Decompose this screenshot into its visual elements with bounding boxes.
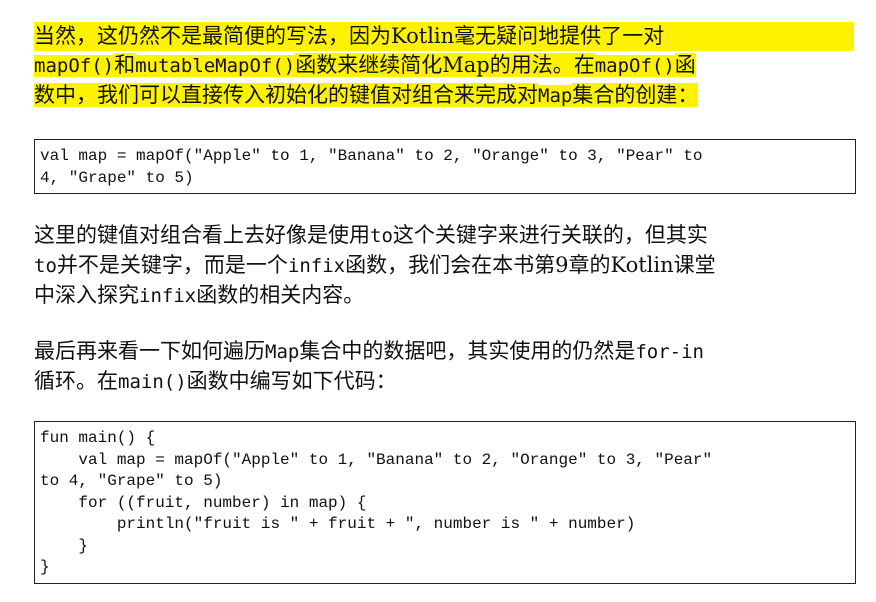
inline-code: to: [370, 225, 393, 247]
text-line: 最后再来看一下如何遍历Map集合中的数据吧，其实使用的仍然是for-in: [34, 337, 854, 367]
text-run: 当然，这仍然不是最简便的写法，因为Kotlin毫无疑问地提供了一对: [34, 24, 665, 48]
inline-code: mutableMapOf(): [135, 55, 296, 77]
code-line: println("fruit is " + fruit + ", number …: [40, 515, 636, 533]
paragraph-iterate-map: 最后再来看一下如何遍历Map集合中的数据吧，其实使用的仍然是for-in 循环。…: [34, 337, 854, 397]
text-run: 最后再来看一下如何遍历: [34, 339, 265, 363]
paragraph-infix-explanation: 这里的键值对组合看上去好像是使用to这个关键字来进行关联的，但其实 to并不是关…: [34, 221, 854, 311]
code-line: for ((fruit, number) in map) {: [40, 493, 367, 512]
text-run: 和: [114, 53, 136, 77]
code-line: }: [40, 536, 89, 555]
text-run: 集合中的数据吧，其实使用的仍然是: [299, 339, 636, 363]
text-run: 并不是关键字，而是一个: [56, 253, 288, 277]
code-listing: fun main() { val map = mapOf("Apple" to …: [40, 428, 855, 579]
inline-code: Map: [265, 341, 300, 363]
text-run: 函: [674, 53, 696, 77]
text-run: 函数的相关内容。: [196, 283, 365, 307]
inline-code: infix: [139, 285, 197, 307]
text-run: 函数，我们会在本书第9章的Kotlin课堂: [345, 253, 716, 277]
paragraph-mapof-intro: 当然，这仍然不是最简便的写法，因为Kotlin毫无疑问地提供了一对 mapOf(…: [34, 22, 854, 111]
inline-code: main(): [118, 371, 187, 393]
inline-code: mapOf(): [594, 55, 675, 77]
text-line: 数中，我们可以直接传入初始化的键值对组合来完成对Map集合的创建：: [34, 81, 854, 111]
inline-code: infix: [287, 255, 346, 277]
inline-code: Map: [538, 85, 573, 107]
code-line: to 4, "Grape" to 5): [40, 472, 223, 490]
inline-code: for-in: [635, 341, 704, 363]
code-line: val map = mapOf("Apple" to 1, "Banana" t…: [40, 147, 703, 165]
code-block-mapof: val map = mapOf("Apple" to 1, "Banana" t…: [34, 139, 856, 194]
document-page: 当然，这仍然不是最简便的写法，因为Kotlin毫无疑问地提供了一对 mapOf(…: [0, 0, 876, 602]
text-run: 数中，我们可以直接传入初始化的键值对组合来完成对: [34, 83, 538, 107]
code-line: }: [40, 558, 50, 576]
code-line: val map = mapOf("Apple" to 1, "Banana" t…: [40, 450, 713, 469]
code-listing: val map = mapOf("Apple" to 1, "Banana" t…: [40, 146, 855, 189]
highlighted-line: 当然，这仍然不是最简便的写法，因为Kotlin毫无疑问地提供了一对: [34, 22, 854, 51]
text-run: 函数来继续简化Map的用法。在: [295, 53, 595, 77]
text-run: 这个关键字来进行关联的，但其实: [392, 223, 708, 247]
text-line: 这里的键值对组合看上去好像是使用to这个关键字来进行关联的，但其实: [34, 221, 854, 251]
text-run: 循环。在: [34, 369, 118, 393]
text-line: to并不是关键字，而是一个infix函数，我们会在本书第9章的Kotlin课堂: [34, 251, 854, 281]
code-line: 4, "Grape" to 5): [40, 168, 194, 187]
text-line: 循环。在main()函数中编写如下代码：: [34, 367, 854, 397]
text-run: 函数中编写如下代码：: [186, 369, 397, 393]
code-line: fun main() {: [40, 429, 156, 447]
inline-code: to: [34, 255, 57, 277]
text-line: 中深入探究infix函数的相关内容。: [34, 281, 854, 311]
text-run: 集合的创建：: [572, 83, 699, 107]
code-block-for-in-loop: fun main() { val map = mapOf("Apple" to …: [34, 421, 856, 584]
inline-code: mapOf(): [34, 55, 115, 77]
text-line: mapOf()和mutableMapOf()函数来继续简化Map的用法。在map…: [34, 51, 854, 81]
text-run: 中深入探究: [34, 283, 139, 307]
text-run: 这里的键值对组合看上去好像是使用: [34, 223, 370, 247]
